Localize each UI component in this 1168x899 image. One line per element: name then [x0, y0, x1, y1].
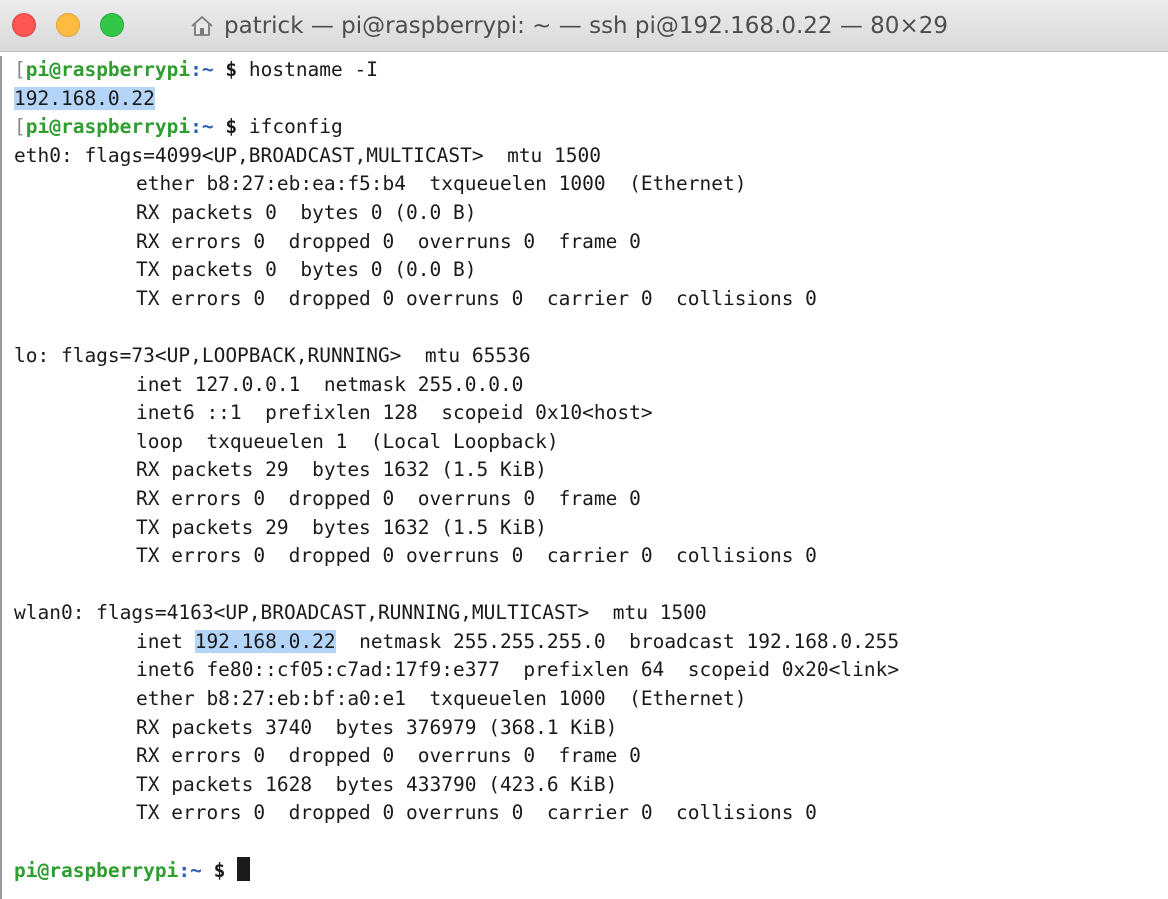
terminal-window: patrick — pi@raspberrypi: ~ — ssh pi@192… — [0, 0, 1168, 899]
prompt-symbol: $ — [225, 115, 238, 139]
lo-line: TX errors 0 dropped 0 overruns 0 carrier… — [136, 544, 817, 568]
wlan0-inet-line: inet 192.168.0.22 netmask 255.255.255.0 … — [14, 628, 1168, 657]
prompt-line: [pi@raspberrypi:~ $ hostname -I — [14, 56, 1168, 85]
text-cursor — [237, 856, 251, 881]
eth0-header: eth0: flags=4099<UP,BROADCAST,MULTICAST>… — [14, 143, 601, 167]
prompt-user-host: pi@raspberrypi — [14, 858, 179, 882]
prompt-line: [pi@raspberrypi:~ $ ifconfig — [14, 113, 1168, 142]
prompt-symbol: $ — [213, 858, 226, 882]
line-marker: [ — [14, 115, 26, 139]
prompt-path: :~ — [190, 115, 214, 139]
selected-ip[interactable]: 192.168.0.22 — [14, 86, 155, 110]
prompt-path: :~ — [178, 858, 202, 882]
lo-line: inet6 ::1 prefixlen 128 scopeid 0x10<hos… — [136, 401, 653, 425]
wlan0-line: TX packets 1628 bytes 433790 (423.6 KiB) — [136, 772, 618, 796]
window-title-group: patrick — pi@raspberrypi: ~ — ssh pi@192… — [190, 0, 948, 52]
selected-ip[interactable]: 192.168.0.22 — [194, 629, 336, 653]
prompt-user-host: pi@raspberrypi — [25, 115, 191, 139]
lo-line: inet 127.0.0.1 netmask 255.0.0.0 — [136, 372, 524, 396]
lo-line: TX packets 29 bytes 1632 (1.5 KiB) — [136, 515, 547, 539]
eth0-line: RX errors 0 dropped 0 overruns 0 frame 0 — [136, 229, 641, 253]
line-marker: [ — [14, 58, 26, 81]
eth0-line: ether b8:27:eb:ea:f5:b4 txqueuelen 1000 … — [136, 172, 747, 196]
command-text: ifconfig — [248, 115, 343, 139]
wlan0-line: RX packets 3740 bytes 376979 (368.1 KiB) — [136, 715, 618, 739]
lo-header: lo: flags=73<UP,LOOPBACK,RUNNING> mtu 65… — [14, 343, 531, 367]
title-bar[interactable]: patrick — pi@raspberrypi: ~ — ssh pi@192… — [0, 0, 1168, 52]
prompt-symbol: $ — [225, 58, 238, 81]
inet-label: inet — [136, 629, 195, 653]
eth0-line: TX errors 0 dropped 0 overruns 0 carrier… — [136, 286, 817, 310]
lo-line: RX errors 0 dropped 0 overruns 0 frame 0 — [136, 486, 641, 510]
home-icon — [190, 15, 214, 37]
wlan0-line: ether b8:27:eb:bf:a0:e1 txqueuelen 1000 … — [136, 687, 747, 711]
terminal-content[interactable]: [pi@raspberrypi:~ $ hostname -I 192.168.… — [0, 56, 1168, 899]
prompt-path: :~ — [190, 58, 214, 81]
prompt-user-host: pi@raspberrypi — [25, 58, 191, 81]
zoom-button[interactable] — [100, 13, 124, 37]
eth0-line: RX packets 0 bytes 0 (0.0 B) — [136, 200, 477, 224]
lo-line: loop txqueuelen 1 (Local Loopback) — [136, 429, 559, 453]
lo-line: RX packets 29 bytes 1632 (1.5 KiB) — [136, 458, 547, 482]
wlan0-line: RX errors 0 dropped 0 overruns 0 frame 0 — [136, 744, 641, 768]
eth0-line: TX packets 0 bytes 0 (0.0 B) — [136, 258, 477, 282]
command-text: hostname -I — [248, 58, 378, 81]
wlan0-line: inet6 fe80::cf05:c7ad:17f9:e377 prefixle… — [136, 658, 900, 682]
minimize-button[interactable] — [56, 13, 80, 37]
wlan0-line: TX errors 0 dropped 0 overruns 0 carrier… — [136, 801, 817, 825]
inet-rest: netmask 255.255.255.0 broadcast 192.168.… — [335, 629, 900, 653]
prompt-line[interactable]: pi@raspberrypi:~ $ — [14, 856, 1168, 886]
close-button[interactable] — [12, 13, 36, 37]
wlan0-header: wlan0: flags=4163<UP,BROADCAST,RUNNING,M… — [14, 601, 707, 625]
output-line: 192.168.0.22 — [14, 85, 1168, 114]
window-title: patrick — pi@raspberrypi: ~ — ssh pi@192… — [224, 13, 948, 39]
